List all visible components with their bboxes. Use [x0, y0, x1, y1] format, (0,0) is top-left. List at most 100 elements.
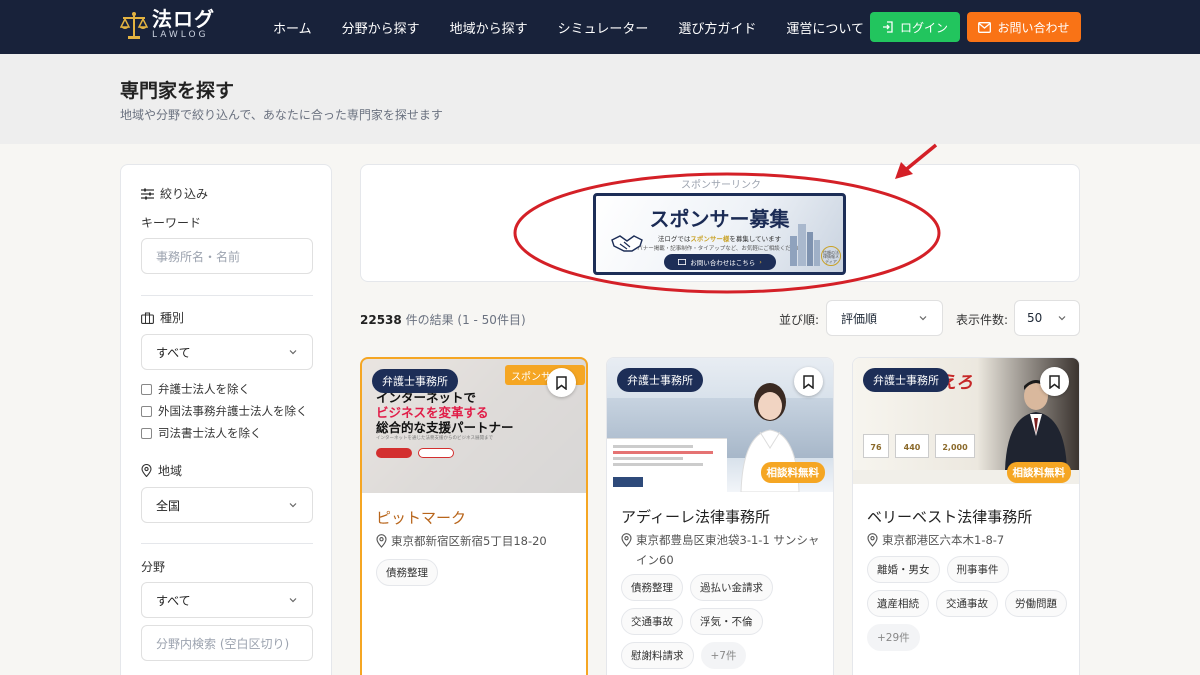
specialty-tag[interactable]: 債務整理	[376, 559, 438, 586]
specialty-tags: 離婚・男女 刑事事件 遺産相続 交通事故 労働問題 +29件	[867, 556, 1072, 651]
page-title: 専門家を探す	[120, 80, 235, 102]
checkbox-box[interactable]	[141, 405, 152, 417]
location-pin-icon	[141, 464, 152, 477]
office-name[interactable]: アディーレ法律事務所	[621, 506, 770, 527]
office-card[interactable]: 弁護士事務所 相談料無料 アディーレ法律事務所 東京都豊島区東池袋3-1-1 サ…	[606, 357, 834, 675]
checkbox-label: 外国法事務弁護士法人を除く	[158, 404, 308, 418]
chevron-down-icon	[289, 503, 297, 508]
logo[interactable]: 法ログ LAWLOG	[120, 9, 215, 40]
field-select[interactable]: すべて	[141, 582, 313, 618]
location-pin-icon	[376, 534, 387, 548]
office-name[interactable]: ピットマーク	[376, 507, 466, 528]
image-text: 総合的な支援パートナー	[376, 420, 514, 435]
contact-label: お問い合わせ	[997, 20, 1070, 35]
nav-simulator[interactable]: シミュレーター	[543, 18, 664, 37]
logo-main-text: 法ログ	[152, 7, 215, 31]
chevron-down-icon	[919, 316, 927, 321]
checkbox-label: 弁護士法人を除く	[158, 382, 250, 396]
page-subtitle: 地域や分野で絞り込んで、あなたに合った専門家を探せます	[120, 108, 443, 122]
site-header: 法ログ LAWLOG ホーム 分野から探す 地域から探す シミュレーター 選び方…	[0, 0, 1200, 54]
scale-icon	[120, 11, 148, 39]
main-nav: ホーム 分野から探す 地域から探す シミュレーター 選び方ガイド 運営について	[258, 0, 879, 54]
sliders-icon	[141, 188, 154, 199]
page-header: 専門家を探す 地域や分野で絞り込んで、あなたに合った専門家を探せます	[0, 54, 1200, 144]
field-select-value: すべて	[156, 593, 191, 608]
office-type-badge: 弁護士事務所	[863, 368, 949, 392]
filter-heading: 絞り込み	[141, 185, 208, 202]
specialty-tag[interactable]: 債務整理	[621, 574, 683, 601]
highlight-ellipse-annotation	[513, 172, 941, 294]
image-button	[418, 448, 454, 458]
exclude-law-corp-checkbox[interactable]: 弁護士法人を除く	[141, 381, 250, 397]
bookmark-button[interactable]	[1040, 367, 1069, 396]
nav-about[interactable]: 運営について	[771, 18, 879, 37]
contact-button[interactable]: お問い合わせ	[967, 12, 1081, 42]
type-heading: 種別	[141, 309, 184, 326]
bookmark-icon	[1049, 374, 1060, 389]
exclude-foreign-corp-checkbox[interactable]: 外国法事務弁護士法人を除く	[141, 403, 308, 419]
specialty-tag[interactable]: 離婚・男女	[867, 556, 940, 583]
keyword-input[interactable]: 事務所名・名前	[141, 238, 313, 274]
region-label: 地域	[158, 464, 183, 478]
sort-select[interactable]: 評価順	[826, 300, 943, 336]
nav-guide[interactable]: 選び方ガイド	[663, 18, 771, 37]
specialty-tag[interactable]: 慰謝料請求	[621, 642, 694, 669]
login-button[interactable]: ログイン	[870, 12, 960, 42]
specialty-tag[interactable]: 労働問題	[1005, 590, 1067, 617]
bookmark-button[interactable]	[547, 368, 576, 397]
office-card[interactable]: インターネットで ビジネスを変革する 総合的な支援パートナー インターネットを通…	[360, 357, 588, 675]
login-label: ログイン	[899, 20, 948, 35]
bookmark-icon	[803, 374, 814, 389]
region-select[interactable]: 全国	[141, 487, 313, 523]
bookmark-button[interactable]	[794, 367, 823, 396]
divider	[141, 543, 313, 544]
office-card[interactable]: えろ 76 440 2,000 弁護士事務所 相談料無料 ベリーベスト法律事務所…	[852, 357, 1080, 675]
region-heading: 地域	[141, 462, 182, 479]
filter-sidebar: 絞り込み キーワード 事務所名・名前 種別 すべて 弁護士法人を除く 外国法事務…	[120, 164, 332, 675]
office-address-text: 東京都新宿区新宿5丁目18-20	[391, 534, 547, 548]
specialty-tag[interactable]: 刑事事件	[946, 556, 1009, 583]
chevron-down-icon	[289, 350, 297, 355]
field-label: 分野	[141, 560, 166, 574]
specialty-tag[interactable]: 浮気・不倫	[690, 608, 763, 635]
sort-select-value: 評価順	[841, 311, 878, 326]
specialty-tag[interactable]: 交通事故	[936, 590, 998, 617]
more-tags-count[interactable]: +7件	[700, 642, 747, 669]
per-page-select[interactable]: 50	[1014, 300, 1080, 336]
type-select-value: すべて	[156, 345, 191, 360]
specialty-tag[interactable]: 遺産相続	[867, 590, 929, 617]
filter-heading-label: 絞り込み	[160, 187, 209, 201]
checkbox-box[interactable]	[141, 383, 152, 395]
more-tags-count[interactable]: +29件	[867, 624, 920, 651]
sort-label: 並び順:	[779, 313, 820, 327]
chevron-down-icon	[1058, 316, 1066, 321]
bookmark-icon	[556, 375, 567, 390]
logo-sub-text: LAWLOG	[152, 30, 209, 40]
checkbox-box[interactable]	[141, 427, 152, 439]
keyword-label: キーワード	[141, 216, 202, 230]
login-icon	[882, 21, 893, 33]
field-search-input[interactable]: 分野内検索 (空白区切り)	[141, 625, 313, 661]
image-small-text: インターネットを通じた法務支援からのビジネス展開まで	[376, 436, 493, 441]
divider	[141, 295, 313, 296]
office-address: 東京都新宿区新宿5丁目18-20	[376, 531, 581, 551]
result-count: 22538 件の結果 (1 - 50件目)	[360, 311, 526, 328]
nav-by-field[interactable]: 分野から探す	[327, 18, 435, 37]
specialty-tag[interactable]: 過払い金請求	[690, 574, 773, 601]
image-stat: 2,000	[935, 434, 975, 458]
per-page-select-value: 50	[1027, 311, 1043, 325]
type-select[interactable]: すべて	[141, 334, 313, 370]
per-page-label: 表示件数:	[956, 313, 1009, 327]
office-name[interactable]: ベリーベスト法律事務所	[867, 506, 1032, 527]
result-count-suffix: 件の結果 (1 - 50件目)	[405, 313, 526, 327]
office-type-badge: 弁護士事務所	[372, 369, 458, 393]
free-consultation-badge: 相談料無料	[1006, 462, 1071, 483]
location-pin-icon	[621, 533, 632, 547]
chevron-down-icon	[289, 598, 297, 603]
nav-home[interactable]: ホーム	[258, 18, 327, 37]
nav-by-region[interactable]: 地域から探す	[435, 18, 543, 37]
specialty-tag[interactable]: 交通事故	[621, 608, 683, 635]
result-count-number: 22538	[360, 313, 402, 327]
exclude-scrivener-corp-checkbox[interactable]: 司法書士法人を除く	[141, 425, 262, 441]
office-address: 東京都港区六本木1-8-7	[867, 530, 1072, 550]
